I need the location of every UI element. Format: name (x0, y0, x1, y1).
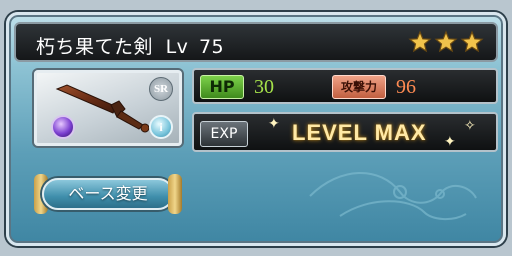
decorative-ornament (309, 172, 477, 220)
exp-label: EXP (200, 121, 248, 147)
title-bar: 朽ち果てた剣 Lv 75 (14, 22, 498, 62)
hp-label: HP (200, 75, 244, 99)
item-title: 朽ち果てた剣 Lv 75 (36, 32, 224, 59)
item-name: 朽ち果てた剣 (36, 36, 154, 58)
element-orb-icon (51, 115, 75, 139)
level-value: 75 (198, 36, 225, 58)
stats-row: HP 30 攻撃力 96 (192, 68, 498, 104)
sparkle-icon: ✧ (464, 118, 476, 134)
rarity-stars (408, 30, 484, 54)
star-icon (460, 30, 484, 53)
button-cap-right (168, 174, 182, 214)
base-change-button[interactable]: ベース変更 (42, 178, 174, 210)
attack-value: 96 (396, 76, 416, 98)
level-label: Lv (165, 36, 189, 58)
hp-value: 30 (254, 76, 274, 98)
item-card[interactable]: SR i (34, 70, 182, 146)
star-icon (434, 30, 458, 53)
sparkle-icon: ✦ (268, 116, 280, 132)
sparkle-icon: ✦ (444, 134, 456, 150)
rarity-badge: SR (149, 77, 173, 101)
level-max-text: LEVEL MAX (292, 120, 427, 145)
exp-row: EXP ✦ LEVEL MAX ✦ ✧ (192, 112, 498, 152)
star-icon (408, 30, 432, 53)
attack-label: 攻撃力 (332, 75, 386, 99)
info-icon[interactable]: i (149, 115, 173, 139)
